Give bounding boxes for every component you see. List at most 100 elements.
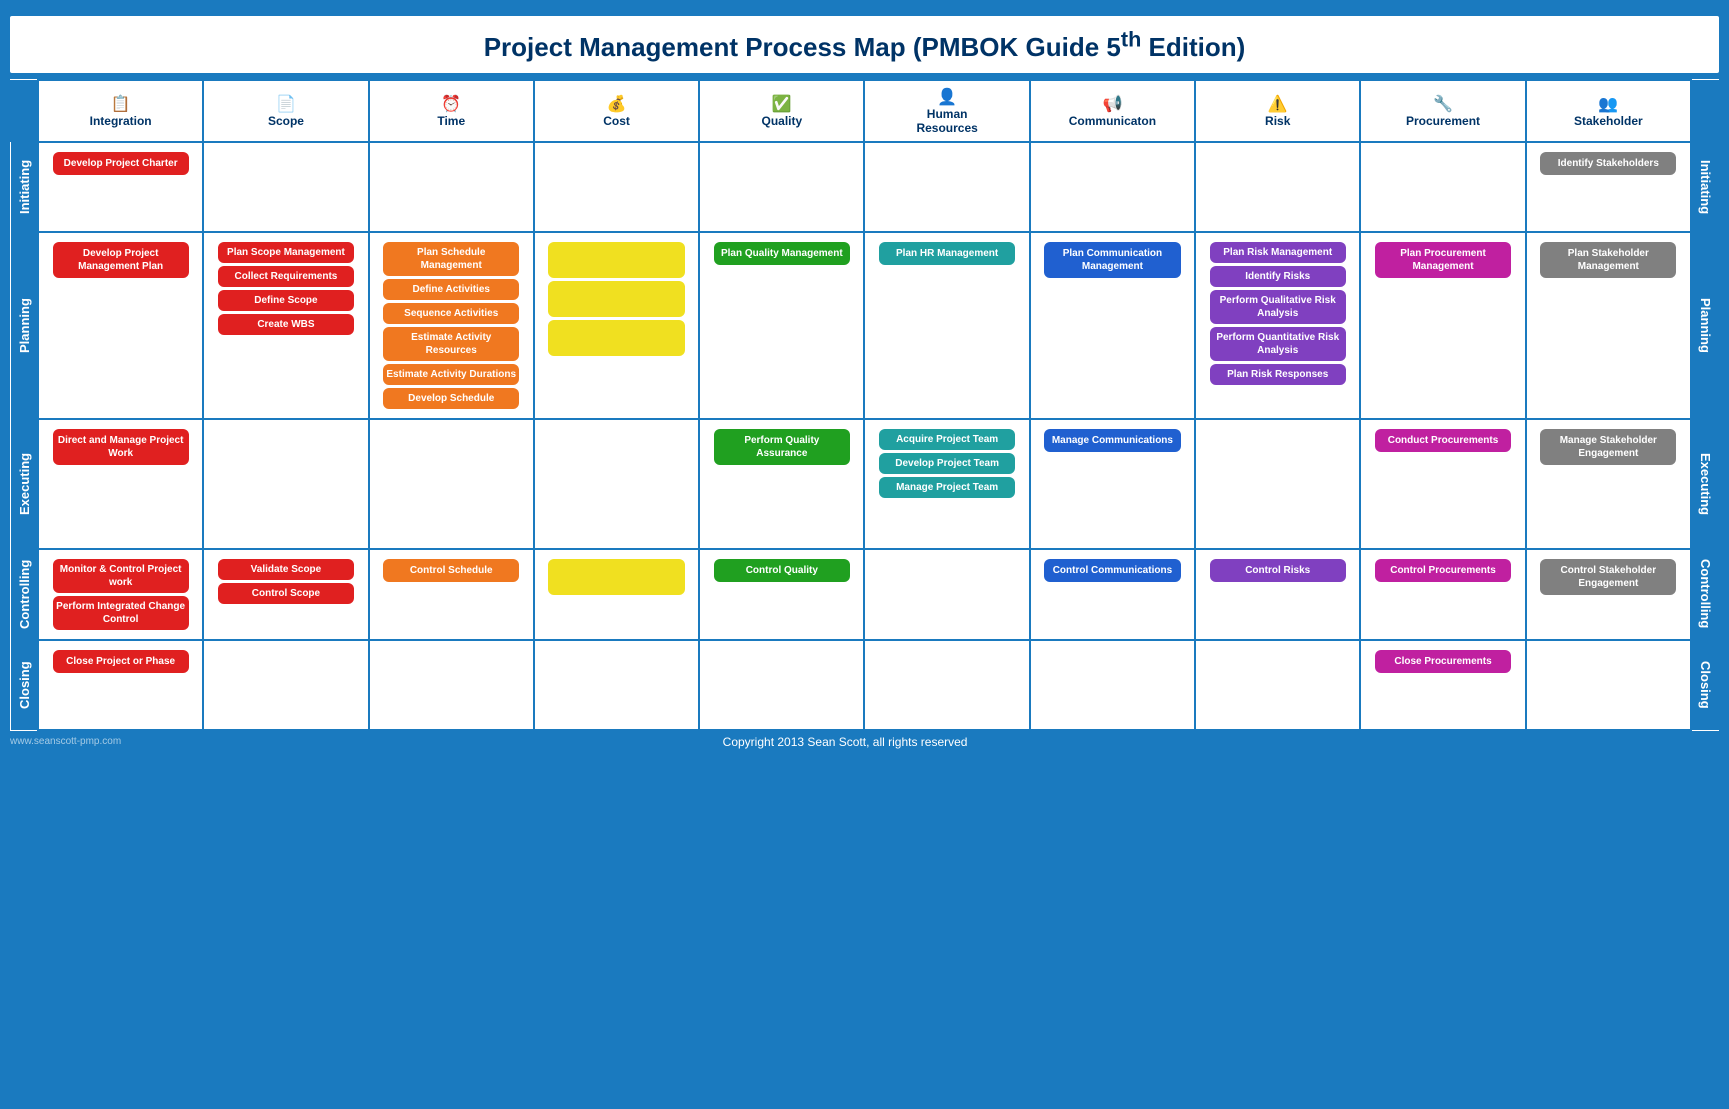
phase-planning-row: Planning Develop Project Management Plan… xyxy=(10,232,1719,419)
process-box-manage-stakeholder-eng: Manage Stakeholder Engagement xyxy=(1540,429,1676,465)
watermark: www.seanscott-pmp.com xyxy=(10,736,121,747)
cell-closing-cost xyxy=(534,640,699,730)
col-header-integration: 📋Integration xyxy=(38,80,203,142)
cell-controlling-hr xyxy=(864,549,1029,640)
cell-controlling-procurement: Control Procurements xyxy=(1360,549,1525,640)
cell-planning-scope: Plan Scope Management Collect Requiremen… xyxy=(203,232,368,419)
cell-planning-risk: Plan Risk Management Identify Risks Perf… xyxy=(1195,232,1360,419)
phase-label-initiating-right: Initiating xyxy=(1691,142,1719,232)
cell-executing-time xyxy=(369,419,534,549)
process-box-acquire-team: Acquire Project Team xyxy=(879,429,1015,450)
process-box-plan-scope-mgmt: Plan Scope Management xyxy=(218,242,354,263)
cell-controlling-integration: Monitor & Control Project work Perform I… xyxy=(38,549,203,640)
process-map-table: 📋Integration 📄Scope ⏰Time 💰Cost ✅Quality… xyxy=(10,79,1719,731)
cell-initiating-scope xyxy=(203,142,368,232)
process-box-control-risks: Control Risks xyxy=(1210,559,1346,582)
cell-controlling-communication: Control Communications xyxy=(1030,549,1195,640)
process-box-conduct-procurements: Conduct Procurements xyxy=(1375,429,1511,452)
process-box-quant-risk: Perform Quantitative Risk Analysis xyxy=(1210,327,1346,361)
process-box-define-activities: Define Activities xyxy=(383,279,519,300)
cell-executing-stakeholder: Manage Stakeholder Engagement xyxy=(1526,419,1691,549)
cell-planning-quality: Plan Quality Management xyxy=(699,232,864,419)
phase-label-executing-left: Executing xyxy=(10,419,38,549)
phase-label-closing-right: Closing xyxy=(1691,640,1719,730)
cell-closing-stakeholder xyxy=(1526,640,1691,730)
cell-initiating-stakeholder: Identify Stakeholders xyxy=(1526,142,1691,232)
cell-executing-communication: Manage Communications xyxy=(1030,419,1195,549)
col-header-procurement: 🔧Procurement xyxy=(1360,80,1525,142)
header-row: 📋Integration 📄Scope ⏰Time 💰Cost ✅Quality… xyxy=(10,80,1719,142)
process-box-collect-req: Collect Requirements xyxy=(218,266,354,287)
phase-label-planning-left: Planning xyxy=(10,232,38,419)
cell-closing-procurement: Close Procurements xyxy=(1360,640,1525,730)
phase-label-controlling-left: Controlling xyxy=(10,549,38,640)
cell-initiating-quality xyxy=(699,142,864,232)
cell-planning-integration: Develop Project Management Plan xyxy=(38,232,203,419)
process-box-plan-comm: Plan Communication Management xyxy=(1044,242,1180,278)
cell-planning-communication: Plan Communication Management xyxy=(1030,232,1195,419)
cell-controlling-stakeholder: Control Stakeholder Engagement xyxy=(1526,549,1691,640)
process-box-qual-risk: Perform Qualitative Risk Analysis xyxy=(1210,290,1346,324)
phase-label-planning-right: Planning xyxy=(1691,232,1719,419)
cell-planning-hr: Plan HR Management xyxy=(864,232,1029,419)
process-box-plan-quality: Plan Quality Management xyxy=(714,242,850,265)
process-box-risk-responses: Plan Risk Responses xyxy=(1210,364,1346,385)
process-box-direct-manage: Direct and Manage Project Work xyxy=(53,429,189,465)
page-title: Project Management Process Map (PMBOK Gu… xyxy=(10,16,1719,73)
process-box-close-procurements: Close Procurements xyxy=(1375,650,1511,673)
cell-planning-time: Plan Schedule Management Define Activiti… xyxy=(369,232,534,419)
phase-closing-row: Closing Close Project or Phase Close Pro… xyxy=(10,640,1719,730)
col-header-communication: 📢Communicaton xyxy=(1030,80,1195,142)
cell-initiating-time xyxy=(369,142,534,232)
process-box-identify-risks: Identify Risks xyxy=(1210,266,1346,287)
cell-controlling-time: Control Schedule xyxy=(369,549,534,640)
cell-controlling-cost xyxy=(534,549,699,640)
process-box-create-wbs: Create WBS xyxy=(218,314,354,335)
phase-label-executing-right: Executing xyxy=(1691,419,1719,549)
process-box-control-stakeholder: Control Stakeholder Engagement xyxy=(1540,559,1676,595)
cell-initiating-cost xyxy=(534,142,699,232)
cell-closing-communication xyxy=(1030,640,1195,730)
cell-planning-cost xyxy=(534,232,699,419)
process-box-estimate-durations: Estimate Activity Durations xyxy=(383,364,519,385)
process-box-define-scope: Define Scope xyxy=(218,290,354,311)
process-box-integrated-change: Perform Integrated Change Control xyxy=(53,596,189,630)
process-box-plan-risk: Plan Risk Management xyxy=(1210,242,1346,263)
col-header-scope: 📄Scope xyxy=(203,80,368,142)
process-box-plan-procurement: Plan Procurement Management xyxy=(1375,242,1511,278)
cell-executing-hr: Acquire Project Team Develop Project Tea… xyxy=(864,419,1029,549)
col-header-cost: 💰Cost xyxy=(534,80,699,142)
process-box-develop-schedule: Develop Schedule xyxy=(383,388,519,409)
phase-controlling-row: Controlling Monitor & Control Project wo… xyxy=(10,549,1719,640)
process-box-plan-stakeholder: Plan Stakeholder Management xyxy=(1540,242,1676,278)
process-box-control-procurements: Control Procurements xyxy=(1375,559,1511,582)
phase-label-controlling-right: Controlling xyxy=(1691,549,1719,640)
process-box-develop-team: Develop Project Team xyxy=(879,453,1015,474)
process-box-perform-quality: Perform Quality Assurance xyxy=(714,429,850,465)
process-box-control-comms: Control Communications xyxy=(1044,559,1180,582)
cell-controlling-scope: Validate Scope Control Scope xyxy=(203,549,368,640)
cell-controlling-quality: Control Quality xyxy=(699,549,864,640)
cell-controlling-risk: Control Risks xyxy=(1195,549,1360,640)
cell-closing-time xyxy=(369,640,534,730)
process-box-manage-comms: Manage Communications xyxy=(1044,429,1180,452)
process-box-plan-schedule: Plan Schedule Management xyxy=(383,242,519,276)
cell-executing-quality: Perform Quality Assurance xyxy=(699,419,864,549)
phase-label-initiating-left: Initiating xyxy=(10,142,38,232)
process-box-control-quality: Control Quality xyxy=(714,559,850,582)
cell-executing-risk xyxy=(1195,419,1360,549)
process-box-develop-charter: Develop Project Charter xyxy=(53,152,189,175)
cell-initiating-communication xyxy=(1030,142,1195,232)
cell-closing-quality xyxy=(699,640,864,730)
phase-label-closing-left: Closing xyxy=(10,640,38,730)
process-box-estimate-resources: Estimate Activity Resources xyxy=(383,327,519,361)
col-header-risk: ⚠️Risk xyxy=(1195,80,1360,142)
cell-initiating-procurement xyxy=(1360,142,1525,232)
process-box-validate-scope: Validate Scope xyxy=(218,559,354,580)
process-box-control-scope: Control Scope xyxy=(218,583,354,604)
process-box-plan-hr: Plan HR Management xyxy=(879,242,1015,265)
cell-executing-integration: Direct and Manage Project Work xyxy=(38,419,203,549)
col-header-quality: ✅Quality xyxy=(699,80,864,142)
copyright: Copyright 2013 Sean Scott, all rights re… xyxy=(723,735,968,749)
cell-initiating-risk xyxy=(1195,142,1360,232)
